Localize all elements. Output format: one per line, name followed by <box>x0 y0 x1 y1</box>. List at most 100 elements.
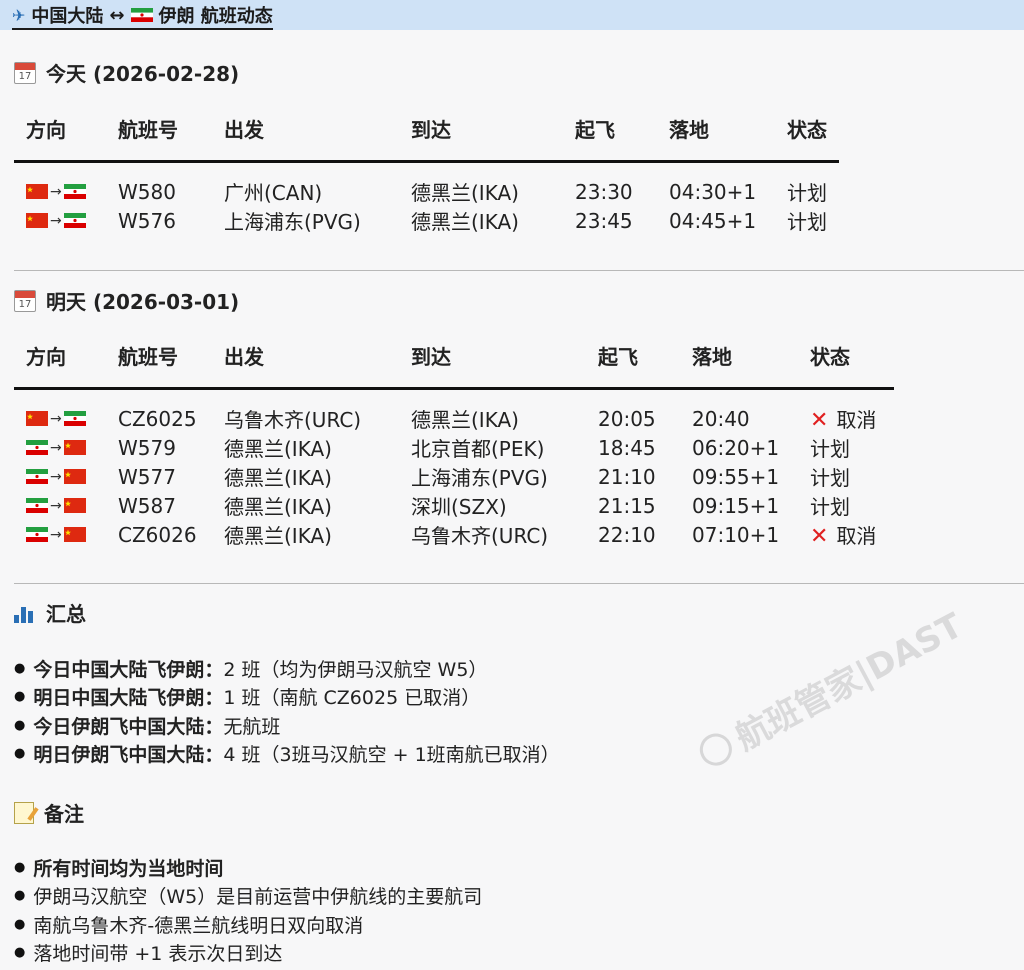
direction-cell: → <box>14 520 106 549</box>
right-arrow-icon: → <box>50 497 62 514</box>
landing-time: 04:45+1 <box>669 208 757 233</box>
direction-cell: → <box>14 389 106 434</box>
flight-row: → W587 德黑兰(IKA) 深圳(SZX) 21:15 09:15+1 计划 <box>14 491 894 520</box>
direction-cell: → <box>14 162 106 207</box>
arrival-airport: 上海浦东(PVG) <box>411 466 548 490</box>
status-text: 计划 <box>787 210 827 234</box>
iran-flag-icon <box>26 469 48 484</box>
notes-heading: 备注 <box>14 798 84 827</box>
right-arrow-icon: → <box>50 410 62 427</box>
summary-item: 明日中国大陆飞伊朗：1 班（南航 CZ6025 已取消） <box>14 683 560 712</box>
departure-airport: 乌鲁木齐(URC) <box>224 408 362 432</box>
summary-item-label: 明日伊朗飞中国大陆： <box>33 744 224 767</box>
status-cell: 计划 <box>775 206 839 235</box>
col-flight: 航班号 <box>106 323 212 390</box>
flight-number: W576 <box>118 208 176 233</box>
direction-cell: → <box>14 206 106 235</box>
note-item-text: 南航乌鲁木齐-德黑兰航线明日双向取消 <box>33 914 364 937</box>
flight-row: → W579 德黑兰(IKA) 北京首都(PEK) 18:45 06:20+1 计划 <box>14 433 894 462</box>
china-flag-icon <box>26 411 48 426</box>
china-flag-icon <box>26 213 48 228</box>
status-cell: 计划 <box>775 162 839 207</box>
summary-item: 今日伊朗飞中国大陆：无航班 <box>14 711 560 740</box>
note-item: 落地时间带 +1 表示次日到达 <box>14 939 482 968</box>
landing-time: 04:30+1 <box>669 179 757 204</box>
bidirectional-arrow-icon: ↔ <box>109 4 125 26</box>
summary-item-label: 明日中国大陆飞伊朗： <box>33 687 224 710</box>
notes-list: 所有时间均为当地时间伊朗马汉航空（W5）是目前运营中伊航线的主要航司南航乌鲁木齐… <box>14 853 482 967</box>
china-flag-icon <box>63 527 86 542</box>
status-cell: ✕ 取消 <box>798 520 894 549</box>
tomorrow-heading: 17 明天 (2026-03-01) <box>14 286 239 315</box>
iran-flag-icon <box>63 411 86 426</box>
summary-item: 今日中国大陆飞伊朗：2 班（均为伊朗马汉航空 W5） <box>14 654 560 683</box>
today-heading-text: 今天 (2026-02-28) <box>46 62 240 86</box>
arrival-airport: 乌鲁木齐(URC) <box>411 524 549 548</box>
today-flight-table: 方向 航班号 出发 到达 起飞 落地 状态 → W580 广州(CAN) 德黑兰(IK… <box>14 96 839 235</box>
note-item: 伊朗马汉航空（W5）是目前运营中伊航线的主要航司 <box>14 882 482 911</box>
right-arrow-icon: → <box>50 212 62 229</box>
airplane-icon: ✈ <box>12 5 26 25</box>
summary-list: 今日中国大陆飞伊朗：2 班（均为伊朗马汉航空 W5）明日中国大陆飞伊朗：1 班（… <box>14 654 560 768</box>
landing-time: 09:15+1 <box>692 493 780 518</box>
flight-number: W580 <box>118 179 176 204</box>
flight-row: → CZ6025 乌鲁木齐(URC) 德黑兰(IKA) 20:05 20:40 ✕ 取消 <box>14 389 894 434</box>
header-bar: ✈ 中国大陆 ↔ 伊朗 航班动态 <box>0 0 1024 30</box>
iran-flag-icon <box>63 184 86 199</box>
section-divider <box>14 270 1024 271</box>
arrival-airport: 德黑兰(IKA) <box>411 210 519 234</box>
col-direction: 方向 <box>14 323 106 390</box>
takeoff-time: 18:45 <box>598 435 656 460</box>
calendar-icon: 17 <box>14 289 36 312</box>
tomorrow-flight-table: 方向 航班号 出发 到达 起飞 落地 状态 → CZ6025 乌鲁木齐(URC) 德黑… <box>14 323 894 549</box>
watermark-logo-icon <box>693 727 738 771</box>
summary-item-text: 4 班（3班马汉航空 + 1班南航已取消） <box>223 744 560 767</box>
note-item-text: 伊朗马汉航空（W5）是目前运营中伊航线的主要航司 <box>33 886 483 909</box>
tomorrow-heading-text: 明天 (2026-03-01) <box>46 290 240 314</box>
departure-airport: 德黑兰(IKA) <box>224 495 332 519</box>
iran-flag-icon <box>26 440 48 455</box>
arrival-airport: 德黑兰(IKA) <box>411 181 519 205</box>
status-cell: 计划 <box>798 462 894 491</box>
takeoff-time: 21:10 <box>598 464 656 489</box>
flight-row: → W580 广州(CAN) 德黑兰(IKA) 23:30 04:30+1 计划 <box>14 162 839 207</box>
watermark-text: 航班管家|DAST <box>729 605 970 759</box>
col-departure: 出发 <box>212 323 399 390</box>
direction-cell: → <box>14 433 106 462</box>
cancel-x-icon: ✕ <box>810 524 829 549</box>
note-item: 南航乌鲁木齐-德黑兰航线明日双向取消 <box>14 910 482 939</box>
calendar-icon: 17 <box>14 61 36 84</box>
summary-item-label: 今日伊朗飞中国大陆： <box>33 715 224 738</box>
status-cell: 计划 <box>798 433 894 462</box>
summary-item-label: 今日中国大陆飞伊朗： <box>33 658 224 681</box>
direction-cell: → <box>14 491 106 520</box>
status-text: 取消 <box>836 408 877 432</box>
china-flag-icon <box>63 440 86 455</box>
landing-time: 06:20+1 <box>692 435 780 460</box>
departure-airport: 上海浦东(PVG) <box>224 210 361 234</box>
iran-flag-icon <box>26 527 48 542</box>
flight-number: W577 <box>118 464 176 489</box>
col-arrival: 到达 <box>399 323 586 390</box>
flight-row: → CZ6026 德黑兰(IKA) 乌鲁木齐(URC) 22:10 07:10+1 ✕ 取消 <box>14 520 894 549</box>
table-header-row: 方向 航班号 出发 到达 起飞 落地 状态 <box>14 96 839 163</box>
summary-item-text: 2 班（均为伊朗马汉航空 W5） <box>223 658 488 681</box>
flight-row: → W577 德黑兰(IKA) 上海浦东(PVG) 21:10 09:55+1 计划 <box>14 462 894 491</box>
summary-heading-text: 汇总 <box>46 602 86 626</box>
flight-number: W587 <box>118 493 176 518</box>
title-left: 中国大陆 <box>31 6 104 27</box>
flight-number: CZ6025 <box>118 406 197 431</box>
summary-heading: 汇总 <box>14 598 86 627</box>
col-status: 状态 <box>798 323 894 390</box>
cancel-x-icon: ✕ <box>810 408 829 433</box>
china-flag-icon <box>26 184 48 199</box>
status-text: 计划 <box>787 181 827 205</box>
right-arrow-icon: → <box>50 526 62 543</box>
status-cell: 计划 <box>798 491 894 520</box>
landing-time: 07:10+1 <box>692 522 780 547</box>
col-departure: 出发 <box>212 96 399 163</box>
col-takeoff: 起飞 <box>563 96 657 163</box>
col-landing: 落地 <box>680 323 798 390</box>
status-text: 计划 <box>810 466 850 490</box>
status-text: 计划 <box>810 437 850 461</box>
